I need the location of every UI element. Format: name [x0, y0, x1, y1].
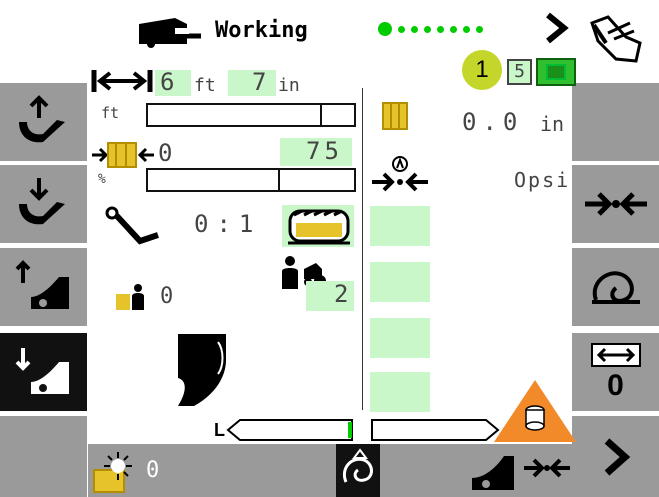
bale-depth-icon	[382, 102, 408, 130]
wrap-icon	[591, 271, 640, 304]
left-fill-arrow	[226, 419, 353, 441]
knife-icon	[105, 206, 159, 245]
left-blank-top	[0, 0, 87, 82]
length-ft-unit: ft	[194, 75, 216, 96]
zero-label: 0	[607, 369, 624, 402]
bale-counter-value: 0	[160, 284, 174, 309]
left-button-raise-gate[interactable]	[0, 248, 87, 326]
sun-value: 0	[146, 458, 160, 483]
bottom-compress-icon	[524, 458, 570, 478]
progress-dot	[437, 25, 444, 33]
page-box: 5	[507, 59, 532, 85]
right-button-reset-length[interactable]: 0	[572, 333, 659, 411]
progress-dot	[411, 25, 418, 33]
pickup-lower-icon	[18, 178, 65, 225]
bottom-wrap-button[interactable]	[336, 444, 380, 497]
ratio-value: 0:1	[194, 210, 262, 238]
hand-icon	[589, 15, 642, 63]
rotor-button[interactable]	[282, 205, 354, 247]
operator-value: 2	[334, 280, 349, 308]
left-button-raise-pickup[interactable]	[0, 83, 87, 161]
left-button-lower-gate[interactable]	[0, 333, 87, 411]
progress-dot	[450, 25, 457, 33]
net-roll-warning-icon[interactable]	[492, 378, 578, 444]
bale-progress-bar	[146, 168, 356, 192]
chevron-right-icon	[604, 437, 630, 476]
bale-count-icon	[92, 142, 154, 168]
progress-dot	[463, 25, 470, 33]
right-green-slot-1[interactable]	[370, 206, 430, 246]
right-button-wrap[interactable]	[572, 248, 659, 326]
baler-icon	[139, 18, 201, 48]
progress-dots	[378, 22, 483, 36]
right-green-slot-4[interactable]	[370, 372, 430, 412]
depth-unit: in	[540, 112, 565, 136]
bar1-unit: ft	[101, 104, 120, 122]
chip-icon	[536, 58, 576, 86]
sun-bale-icon	[93, 452, 132, 493]
length-arrows-icon	[91, 70, 153, 92]
status-title: Working	[215, 18, 308, 43]
gate-raise-icon	[15, 260, 69, 309]
right-green-slot-3[interactable]	[370, 318, 430, 358]
right-green-slot-2[interactable]	[370, 262, 430, 302]
gate-close-icon[interactable]	[470, 448, 520, 492]
tailgate-icon	[178, 334, 226, 406]
right-button-compress[interactable]	[572, 165, 659, 243]
wrap-net-icon	[343, 447, 373, 483]
bales-max-value: 75	[306, 137, 343, 165]
bar2-unit: %	[98, 172, 106, 187]
bales-count-value: 0	[158, 139, 173, 167]
length-in-unit: in	[278, 75, 300, 96]
width-arrows-icon	[590, 343, 641, 367]
right-button-next[interactable]	[572, 416, 659, 497]
progress-dot	[424, 25, 431, 33]
pressure-unit: Opsi	[514, 168, 571, 192]
compress-arrows-icon	[584, 192, 647, 216]
right-button-hand[interactable]	[572, 0, 659, 82]
left-marker: L	[214, 420, 225, 440]
right-fill-arrow	[371, 419, 500, 441]
rotor-icon	[288, 209, 350, 245]
left-button-lower-pickup[interactable]	[0, 165, 87, 243]
indicator-badge: 1	[462, 50, 502, 90]
progress-dot	[476, 25, 483, 33]
bale-stack-person-icon	[116, 284, 144, 310]
center-divider	[362, 88, 363, 410]
pickup-raise-icon	[18, 95, 65, 143]
right-button-empty-1[interactable]	[572, 83, 659, 161]
length-in-value: 7	[252, 68, 267, 96]
progress-dot-active	[378, 22, 392, 36]
gate-lower-icon	[15, 348, 69, 394]
length-progress-bar	[146, 103, 356, 127]
pressure-compress-icon	[372, 156, 428, 192]
header-chevron-right-icon[interactable]	[544, 12, 570, 44]
left-button-empty[interactable]	[0, 416, 87, 497]
depth-value: 0.0	[462, 108, 524, 136]
progress-dot	[398, 25, 405, 33]
length-ft-value: 6	[160, 68, 175, 96]
